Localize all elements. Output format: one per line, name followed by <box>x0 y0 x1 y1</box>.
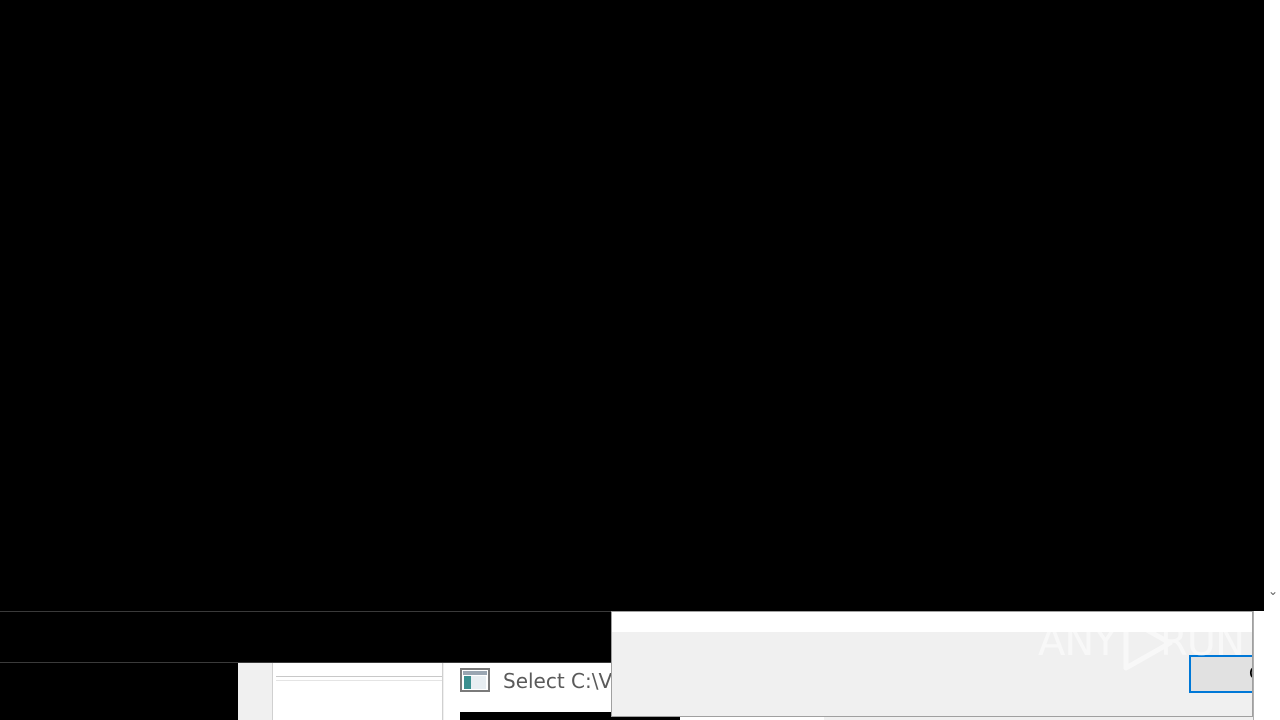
taskbar-column-left <box>238 663 273 720</box>
console-window-icon <box>460 668 490 692</box>
right-edge-panel <box>1253 611 1280 720</box>
taskbar-column-list <box>273 663 443 720</box>
list-divider <box>276 676 442 677</box>
bottom-left-console-region <box>0 663 238 720</box>
window-title: Select C:\V <box>503 669 613 693</box>
list-divider <box>276 680 442 681</box>
watermark-right-text: RUN <box>1160 619 1245 665</box>
watermark-left-text: ANY <box>1038 619 1118 665</box>
vertical-scrollbar[interactable] <box>1264 0 1280 611</box>
desktop-screen: ⌄ Select C:\V O ANY RUN <box>0 0 1280 720</box>
anyrun-watermark: ANY RUN <box>1038 610 1245 674</box>
chevron-down-icon[interactable]: ⌄ <box>1266 584 1280 598</box>
console-output-area[interactable] <box>0 0 1264 611</box>
